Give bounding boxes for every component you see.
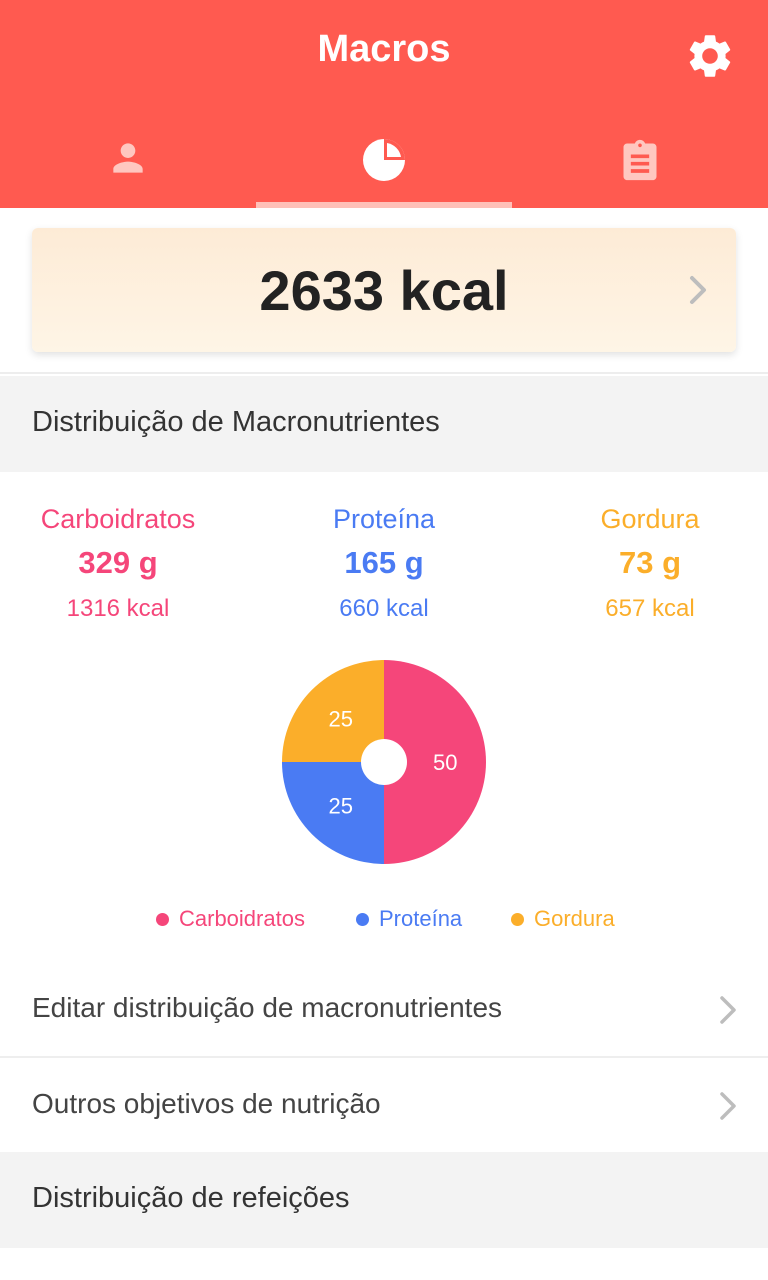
calorie-goal-value: 2633 kcal xyxy=(259,259,509,322)
macro-protein: Proteína 165 g 660 kcal xyxy=(256,504,512,623)
active-tab-indicator xyxy=(256,202,512,208)
meals-section-title: Distribuição de refeições xyxy=(32,1182,350,1214)
macro-name: Carboidratos xyxy=(40,504,196,534)
macro-kcal: 657 kcal xyxy=(605,595,695,622)
macro-section-header: Distribuição de Macronutrientes xyxy=(0,376,768,472)
clipboard-icon xyxy=(623,139,657,181)
macro-kcal: 1316 kcal xyxy=(66,595,170,622)
tab-bar xyxy=(0,112,768,208)
chevron-right-icon xyxy=(720,996,736,1024)
person-icon xyxy=(113,143,143,173)
legend-label: Gordura xyxy=(534,906,615,931)
chart-legend: Carboidratos Proteína Gordura xyxy=(0,906,768,936)
page-title: Macros xyxy=(317,28,451,70)
pie-center-hole xyxy=(361,739,407,785)
legend-item-protein: Proteína xyxy=(356,906,462,932)
other-nutrition-goals-row[interactable]: Outros objetivos de nutrição xyxy=(0,1058,768,1154)
macro-pie-chart: 50 25 25 xyxy=(282,660,486,864)
legend-dot xyxy=(511,912,524,926)
legend-label: Proteína xyxy=(379,906,463,931)
macro-grams: 329 g xyxy=(78,545,158,580)
macro-kcal: 660 kcal xyxy=(339,595,429,622)
macro-name: Gordura xyxy=(600,504,700,534)
tab-macros[interactable] xyxy=(256,112,512,208)
chevron-right-icon xyxy=(690,276,706,304)
macro-grams: 165 g xyxy=(344,545,424,580)
row-label: Outros objetivos de nutrição xyxy=(32,1088,381,1119)
calorie-goal-card[interactable]: 2633 kcal xyxy=(32,228,736,352)
legend-dot xyxy=(156,912,169,926)
settings-button[interactable] xyxy=(684,30,736,82)
app-bar: Macros xyxy=(0,0,768,208)
chevron-right-icon xyxy=(720,1092,736,1120)
pie-slice-label: 50 xyxy=(433,750,457,775)
macro-grams: 73 g xyxy=(618,545,682,580)
legend-item-fat: Gordura xyxy=(511,906,615,932)
macro-section-title: Distribuição de Macronutrientes xyxy=(32,406,440,438)
macro-fat: Gordura 73 g 657 kcal xyxy=(522,504,768,623)
macro-carbs: Carboidratos 329 g 1316 kcal xyxy=(0,504,246,623)
tab-meal-plan[interactable] xyxy=(512,112,768,208)
legend-dot xyxy=(356,912,369,926)
pie-slice-label: 25 xyxy=(328,707,352,732)
divider xyxy=(0,372,768,374)
legend-label: Carboidratos xyxy=(179,906,305,931)
tab-profile[interactable] xyxy=(0,112,256,208)
pie-slice-label: 25 xyxy=(328,793,352,818)
meals-section-header: Distribuição de refeições xyxy=(0,1152,768,1248)
legend-item-carbs: Carboidratos xyxy=(156,906,305,932)
edit-macro-distribution-row[interactable]: Editar distribuição de macronutrientes xyxy=(0,962,768,1058)
row-label: Editar distribuição de macronutrientes xyxy=(32,992,503,1023)
pie-chart-icon xyxy=(363,139,405,181)
gear-icon xyxy=(689,35,731,77)
macro-name: Proteína xyxy=(332,504,436,534)
